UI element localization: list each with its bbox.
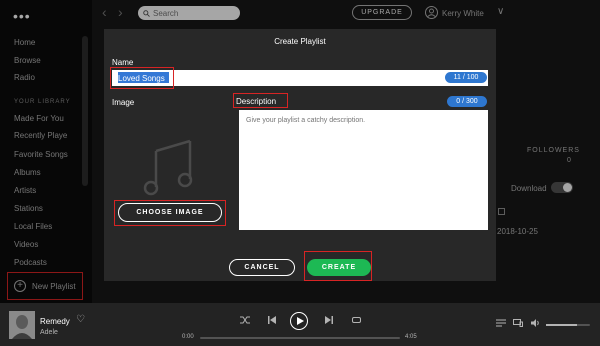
devices-icon[interactable] bbox=[513, 319, 523, 327]
volume-slider[interactable] bbox=[546, 324, 590, 326]
name-char-counter: 11 / 100 bbox=[445, 72, 487, 83]
player-bar: Remedy Adele ♡ 0:00 4:05 bbox=[0, 303, 600, 346]
volume-fill bbox=[546, 324, 577, 326]
volume-icon[interactable] bbox=[531, 319, 541, 327]
image-label: Image bbox=[112, 98, 135, 107]
track-title[interactable]: Remedy bbox=[40, 317, 70, 326]
play-button[interactable] bbox=[290, 312, 308, 330]
track-artist[interactable]: Adele bbox=[40, 329, 58, 336]
album-art[interactable] bbox=[9, 311, 35, 339]
music-note-icon bbox=[143, 139, 193, 196]
cancel-button[interactable]: CANCEL bbox=[229, 259, 295, 276]
dialog-title: Create Playlist bbox=[274, 37, 326, 46]
description-highlight-box bbox=[233, 93, 288, 108]
name-highlight-box bbox=[110, 67, 174, 89]
next-icon[interactable] bbox=[325, 316, 333, 324]
repeat-icon[interactable] bbox=[352, 316, 361, 324]
choose-image-highlight-box bbox=[114, 200, 226, 226]
play-icon bbox=[296, 317, 304, 325]
elapsed-time: 0:00 bbox=[182, 334, 194, 340]
description-field[interactable] bbox=[239, 110, 488, 230]
queue-icon[interactable] bbox=[496, 319, 506, 327]
create-playlist-dialog: Create Playlist Name 11 / 100 Image Desc… bbox=[104, 29, 496, 281]
progress-bar[interactable] bbox=[200, 337, 400, 339]
name-label: Name bbox=[112, 58, 134, 67]
previous-icon[interactable] bbox=[268, 316, 276, 324]
shuffle-icon[interactable] bbox=[240, 316, 250, 324]
heart-icon[interactable]: ♡ bbox=[76, 314, 85, 325]
description-textarea[interactable] bbox=[239, 110, 488, 230]
total-time: 4:05 bbox=[405, 334, 417, 340]
create-highlight-box bbox=[304, 251, 372, 281]
description-char-counter: 0 / 300 bbox=[447, 96, 487, 107]
